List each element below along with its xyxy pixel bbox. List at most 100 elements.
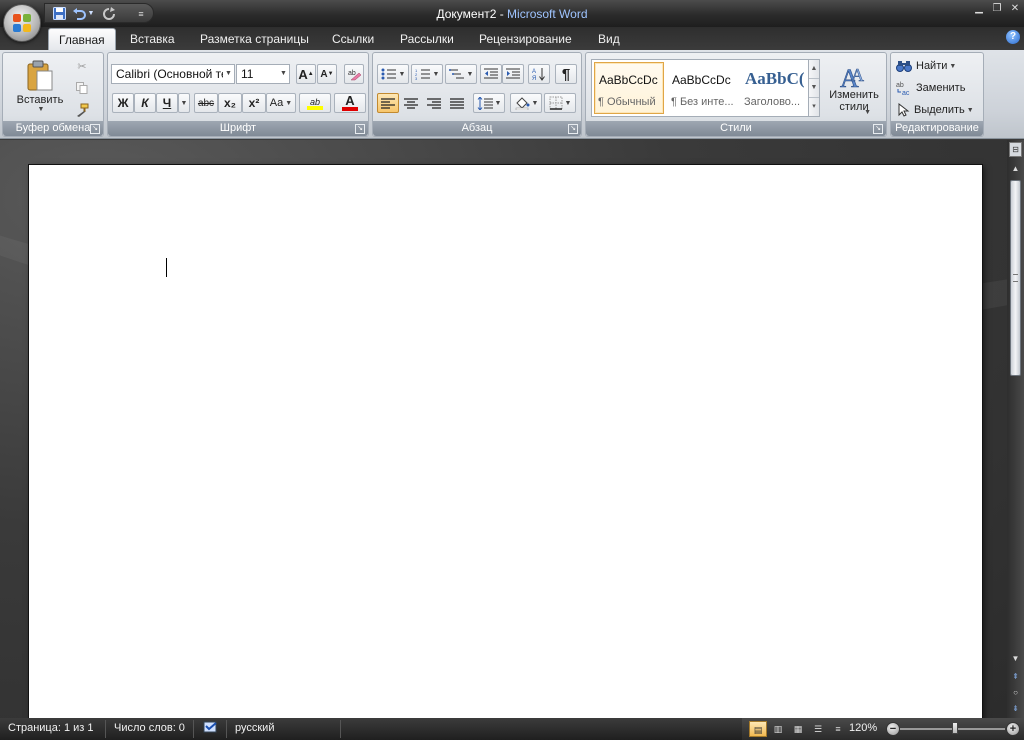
proofing-icon[interactable] — [202, 720, 220, 739]
strikethrough-button[interactable]: abc — [194, 93, 218, 113]
numbering-icon: 123 — [415, 68, 430, 80]
clear-formatting-icon: ab — [348, 70, 361, 81]
select-button[interactable]: Выделить ▼ — [895, 100, 979, 120]
underline-button[interactable]: Ч — [156, 93, 178, 113]
font-launcher-icon[interactable]: ↘ — [355, 124, 365, 134]
style-heading-1[interactable]: AaBbC( Заголово... — [740, 62, 810, 114]
align-left-button[interactable] — [377, 93, 399, 113]
shading-button[interactable]: ▼ — [510, 93, 542, 113]
bold-button[interactable]: Ж — [112, 93, 134, 113]
change-case-button[interactable]: Aa ▼ — [266, 93, 296, 113]
clipboard-launcher-icon[interactable]: ↘ — [90, 124, 100, 134]
style-normal[interactable]: AaBbCcDc ¶ Обычный — [594, 62, 664, 114]
scrollbar-thumb[interactable] — [1010, 180, 1021, 376]
scroll-down-icon[interactable]: ▼ — [1009, 652, 1022, 666]
minimize-icon[interactable]: ▁ — [972, 3, 986, 15]
show-marks-button[interactable]: ¶ — [555, 64, 577, 84]
zoom-out-icon[interactable]: − — [886, 722, 900, 736]
zoom-slider-thumb[interactable] — [952, 722, 958, 734]
borders-button[interactable]: ▼ — [544, 93, 576, 113]
view-ruler-icon[interactable]: ⊟ — [1009, 142, 1022, 157]
zoom-level[interactable]: 120% — [849, 722, 877, 734]
language-indicator[interactable]: русский — [235, 722, 274, 734]
numbering-button[interactable]: 1 2 3 ▼ — [411, 64, 443, 84]
bullets-button[interactable]: ▼ — [377, 64, 409, 84]
font-name-dropdown-icon[interactable]: ▼ — [223, 65, 234, 83]
change-styles-icon: A A — [840, 64, 865, 89]
title-bar: ▼ ≡ Документ2 - Microsoft Word ▁ ❐ ✕ — [0, 0, 1024, 27]
superscript-button[interactable]: x² — [242, 93, 266, 113]
svg-text:A: A — [532, 69, 536, 75]
tab-home[interactable]: Главная — [48, 28, 116, 50]
tab-insert[interactable]: Вставка — [120, 28, 185, 50]
zoom-in-icon[interactable]: + — [1006, 722, 1020, 736]
font-color-button[interactable]: A — [334, 93, 366, 113]
status-separator — [226, 720, 227, 738]
ribbon: Вставить ▼ ✂ Буфер обмена ↘ Calibri (Осн… — [0, 50, 1024, 139]
print-layout-icon[interactable]: ▤ — [749, 721, 767, 737]
font-size-combo[interactable]: 11 ▼ — [236, 64, 290, 84]
subscript-button[interactable]: x₂ — [218, 93, 242, 113]
multilevel-list-button[interactable]: ▼ — [445, 64, 477, 84]
document-page[interactable] — [29, 165, 982, 718]
full-screen-reading-icon[interactable]: ▥ — [769, 721, 787, 737]
help-icon[interactable]: ? — [1006, 30, 1020, 44]
paragraph-launcher-icon[interactable]: ↘ — [568, 124, 578, 134]
page-count[interactable]: Страница: 1 из 1 — [8, 722, 94, 734]
font-size-dropdown-icon[interactable]: ▼ — [278, 65, 289, 83]
line-spacing-icon — [477, 96, 493, 110]
cut-icon[interactable]: ✂ — [73, 57, 91, 75]
svg-text:Я: Я — [532, 76, 536, 81]
grow-font-button[interactable]: A ▲ — [296, 64, 316, 84]
style-no-spacing[interactable]: AaBbCcDc ¶ Без инте... — [667, 62, 737, 114]
italic-button[interactable]: К — [134, 93, 156, 113]
draft-view-icon[interactable]: ≡ — [829, 721, 847, 737]
restore-icon[interactable]: ❐ — [990, 3, 1004, 15]
status-separator — [340, 720, 341, 738]
find-button[interactable]: Найти ▼ — [895, 56, 979, 76]
scroll-up-icon[interactable]: ▲ — [1009, 162, 1022, 176]
tab-review[interactable]: Рецензирование — [469, 28, 582, 50]
style-normal-name: ¶ Обычный — [598, 96, 656, 108]
underline-dropdown-icon[interactable]: ▼ — [178, 93, 190, 113]
styles-gallery-scroll[interactable]: ▲ ▼ ▾ — [808, 59, 820, 117]
paragraph-group-label: Абзац — [373, 121, 581, 136]
tab-page-layout[interactable]: Разметка страницы — [190, 28, 319, 50]
web-layout-icon[interactable]: ▦ — [789, 721, 807, 737]
highlight-button[interactable]: ab — [299, 93, 331, 113]
decrease-indent-button[interactable] — [480, 64, 502, 84]
change-styles-button[interactable]: A A Изменить стили ▼ — [824, 55, 884, 119]
tab-view[interactable]: Вид — [588, 28, 630, 50]
format-painter-icon[interactable] — [73, 101, 91, 119]
sort-button[interactable]: AЯ — [528, 64, 550, 84]
tab-mailings[interactable]: Рассылки — [390, 28, 464, 50]
line-spacing-button[interactable]: ▼ — [473, 93, 505, 113]
tab-references[interactable]: Ссылки — [322, 28, 384, 50]
find-label: Найти — [916, 60, 948, 72]
paste-button[interactable]: Вставить ▼ — [9, 55, 71, 117]
outline-view-icon[interactable]: ☰ — [809, 721, 827, 737]
next-page-icon[interactable]: ⇟ — [1009, 702, 1022, 716]
increase-indent-icon — [506, 68, 520, 79]
justify-button[interactable] — [446, 93, 468, 113]
align-center-button[interactable] — [400, 93, 422, 113]
previous-page-icon[interactable]: ⇞ — [1009, 670, 1022, 684]
select-browse-object-icon[interactable]: ○ — [1009, 686, 1022, 700]
align-right-button[interactable] — [423, 93, 445, 113]
replace-label: Заменить — [916, 82, 966, 94]
replace-button[interactable]: ab ac Заменить — [895, 78, 979, 98]
styles-scroll-down-icon[interactable]: ▼ — [809, 79, 819, 98]
close-icon[interactable]: ✕ — [1008, 3, 1022, 15]
styles-launcher-icon[interactable]: ↘ — [873, 124, 883, 134]
shrink-font-button[interactable]: A ▼ — [317, 64, 337, 84]
word-count[interactable]: Число слов: 0 — [114, 722, 185, 734]
font-group-label: Шрифт — [108, 121, 368, 136]
styles-scroll-up-icon[interactable]: ▲ — [809, 60, 819, 79]
clear-formatting-button[interactable]: ab — [344, 64, 364, 84]
font-name-combo[interactable]: Calibri (Основной текст) ▼ — [111, 64, 235, 84]
office-button[interactable] — [3, 4, 41, 42]
window-title: Документ2 - Microsoft Word — [436, 7, 588, 21]
copy-icon[interactable] — [73, 79, 91, 97]
styles-more-icon[interactable]: ▾ — [809, 98, 819, 117]
increase-indent-button[interactable] — [502, 64, 524, 84]
